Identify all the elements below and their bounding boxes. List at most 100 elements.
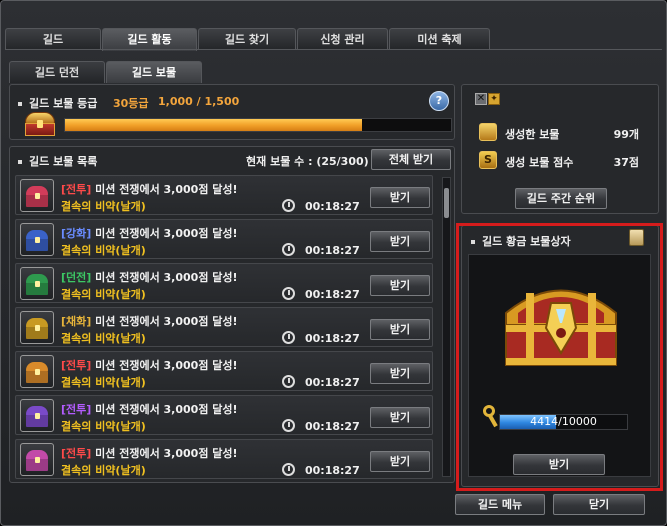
clock-icon bbox=[282, 331, 295, 344]
treasure-row-reward: 결속의 비약(날개) bbox=[61, 288, 146, 301]
list-title-text: 길드 보물 목록 bbox=[29, 155, 98, 168]
list-title: 길드 보물 목록 bbox=[18, 153, 97, 169]
treasure-row-time: 00:18:27 bbox=[305, 464, 360, 477]
treasure-chest-icon bbox=[20, 311, 54, 344]
treasure-row: [전투] 미션 전쟁에서 3,000점 달성! 결속의 비약(날개) 00:18:2… bbox=[15, 175, 433, 215]
treasure-receive-button[interactable]: 받기 bbox=[370, 451, 430, 472]
tab-guild-activity[interactable]: 길드 활동 bbox=[102, 28, 197, 51]
treasure-receive-button[interactable]: 받기 bbox=[370, 363, 430, 384]
treasure-row: [전투] 미션 전쟁에서 3,000점 달성! 결속의 비약(날개) 00:18:2… bbox=[15, 439, 433, 479]
grade-title-text: 길드 보물 등급 bbox=[29, 97, 98, 110]
weekly-ranking-button[interactable]: 길드 주간 순위 bbox=[515, 188, 607, 209]
treasure-row: [채화] 미션 전쟁에서 3,000점 달성! 결속의 비약(날개) 00:18:2… bbox=[15, 307, 433, 347]
treasure-row-time: 00:18:27 bbox=[305, 420, 360, 433]
treasure-row: [전투] 미션 전쟁에서 3,000점 달성! 결속의 비약(날개) 00:18:2… bbox=[15, 351, 433, 391]
treasure-chest-icon bbox=[20, 179, 54, 212]
treasure-receive-button[interactable]: 받기 bbox=[370, 319, 430, 340]
treasure-row-text: 미션 전쟁에서 3,000점 달성! bbox=[95, 183, 238, 196]
main-tabs: 길드 길드 활동 길드 찾기 신청 관리 미션 축제 bbox=[5, 28, 491, 51]
grade-progress-fill bbox=[65, 119, 363, 131]
clock-icon bbox=[282, 243, 295, 256]
treasure-row-title: [강화] 미션 전쟁에서 3,000점 달성! bbox=[61, 225, 238, 241]
tabs-divider bbox=[5, 49, 662, 50]
score-value: 37점 bbox=[613, 156, 639, 169]
treasure-chest-icon bbox=[20, 399, 54, 432]
created-label: 생성한 보물 bbox=[505, 128, 560, 141]
treasure-chest-icon bbox=[20, 443, 54, 476]
treasure-row-tag: [전투] bbox=[61, 403, 92, 416]
guild-menu-button[interactable]: 길드 메뉴 bbox=[455, 494, 545, 515]
grade-chest-icon bbox=[23, 111, 57, 137]
treasure-row-time: 00:18:27 bbox=[305, 288, 360, 301]
grade-progress-bar bbox=[64, 118, 452, 132]
treasure-receive-button[interactable]: 받기 bbox=[370, 187, 430, 208]
bullet-icon bbox=[18, 102, 22, 106]
tab-mission-festival[interactable]: 미션 축제 bbox=[389, 28, 490, 50]
treasure-row-title: [던전] 미션 전쟁에서 3,000점 달성! bbox=[61, 269, 238, 285]
treasure-row-reward: 결속의 비약(날개) bbox=[61, 244, 146, 257]
treasure-row: [던전] 미션 전쟁에서 3,000점 달성! 결속의 비약(날개) 00:18:2… bbox=[15, 263, 433, 303]
treasure-row-title: [전투] 미션 전쟁에서 3,000점 달성! bbox=[61, 357, 238, 373]
treasure-receive-button[interactable]: 받기 bbox=[370, 407, 430, 428]
sub-tabs: 길드 던전 길드 보물 bbox=[9, 61, 203, 83]
treasure-row-tag: [강화] bbox=[61, 227, 92, 240]
treasure-row-text: 미션 전쟁에서 3,000점 달성! bbox=[95, 271, 238, 284]
treasure-chest-icon bbox=[20, 355, 54, 388]
treasure-row: [전투] 미션 전쟁에서 3,000점 달성! 결속의 비약(날개) 00:18:2… bbox=[15, 395, 433, 435]
treasure-row-reward: 결속의 비약(날개) bbox=[61, 420, 146, 433]
close-box-icon[interactable]: ✕ bbox=[475, 93, 487, 105]
grade-title: 길드 보물 등급 bbox=[18, 95, 97, 111]
treasure-receive-button[interactable]: 받기 bbox=[370, 275, 430, 296]
treasure-row-text: 미션 전쟁에서 3,000점 달성! bbox=[95, 227, 238, 240]
treasure-chest-icon bbox=[20, 267, 54, 300]
treasure-row-time: 00:18:27 bbox=[305, 332, 360, 345]
guild-window: 길드 길드 활동 길드 찾기 신청 관리 미션 축제 길드 던전 길드 보물 길… bbox=[0, 0, 667, 526]
treasure-row: [강화] 미션 전쟁에서 3,000점 달성! 결속의 비약(날개) 00:18:2… bbox=[15, 219, 433, 259]
treasure-receive-button[interactable]: 받기 bbox=[370, 231, 430, 252]
treasure-row-reward: 결속의 비약(날개) bbox=[61, 332, 146, 345]
score-label: 생성 보물 점수 bbox=[505, 156, 574, 169]
highlight-box bbox=[456, 223, 663, 491]
clock-icon bbox=[282, 375, 295, 388]
treasure-row-time: 00:18:27 bbox=[305, 376, 360, 389]
treasure-row-reward: 결속의 비약(날개) bbox=[61, 464, 146, 477]
treasure-row-tag: [전투] bbox=[61, 447, 92, 460]
tab-find-guild[interactable]: 길드 찾기 bbox=[198, 28, 296, 50]
treasure-row-title: [채화] 미션 전쟁에서 3,000점 달성! bbox=[61, 313, 238, 329]
close-button[interactable]: 닫기 bbox=[553, 494, 645, 515]
treasure-row-time: 00:18:27 bbox=[305, 244, 360, 257]
treasure-row-title: [전투] 미션 전쟁에서 3,000점 달성! bbox=[61, 401, 238, 417]
treasure-row-text: 미션 전쟁에서 3,000점 달성! bbox=[95, 359, 238, 372]
grade-progress-text: 1,000 / 1,500 bbox=[158, 95, 240, 108]
treasure-row-title: [전투] 미션 전쟁에서 3,000점 달성! bbox=[61, 445, 238, 461]
treasure-created-icon bbox=[479, 123, 497, 141]
clock-icon bbox=[282, 199, 295, 212]
treasure-row-reward: 결속의 비약(날개) bbox=[61, 200, 146, 213]
treasure-count: 현재 보물 수 : (25/300) bbox=[246, 155, 369, 168]
score-s-icon: S bbox=[479, 151, 497, 169]
help-icon[interactable]: ? bbox=[429, 91, 449, 111]
subtab-guild-treasure[interactable]: 길드 보물 bbox=[106, 61, 202, 83]
treasure-row-title: [전투] 미션 전쟁에서 3,000점 달성! bbox=[61, 181, 238, 197]
created-value: 99개 bbox=[613, 128, 639, 141]
treasure-row-text: 미션 전쟁에서 3,000점 달성! bbox=[95, 403, 238, 416]
clock-icon bbox=[282, 287, 295, 300]
receive-all-button[interactable]: 전체 받기 bbox=[371, 149, 451, 170]
subtab-guild-dungeon[interactable]: 길드 던전 bbox=[9, 61, 105, 83]
grade-level: 30등급 bbox=[113, 97, 149, 110]
treasure-row-text: 미션 전쟁에서 3,000점 달성! bbox=[95, 315, 238, 328]
sparkle-icon: ✦ bbox=[488, 93, 500, 105]
tab-application-manage[interactable]: 신청 관리 bbox=[297, 28, 388, 50]
scrollbar-thumb[interactable] bbox=[444, 188, 449, 218]
bullet-icon bbox=[18, 160, 22, 164]
tab-guild[interactable]: 길드 bbox=[5, 28, 101, 50]
clock-icon bbox=[282, 419, 295, 432]
treasure-row-tag: [전투] bbox=[61, 183, 92, 196]
treasure-row-tag: [전투] bbox=[61, 359, 92, 372]
list-scrollbar[interactable] bbox=[442, 177, 451, 477]
treasure-row-tag: [던전] bbox=[61, 271, 92, 284]
treasure-row-text: 미션 전쟁에서 3,000점 달성! bbox=[95, 447, 238, 460]
treasure-chest-icon bbox=[20, 223, 54, 256]
treasure-row-tag: [채화] bbox=[61, 315, 92, 328]
clock-icon bbox=[282, 463, 295, 476]
